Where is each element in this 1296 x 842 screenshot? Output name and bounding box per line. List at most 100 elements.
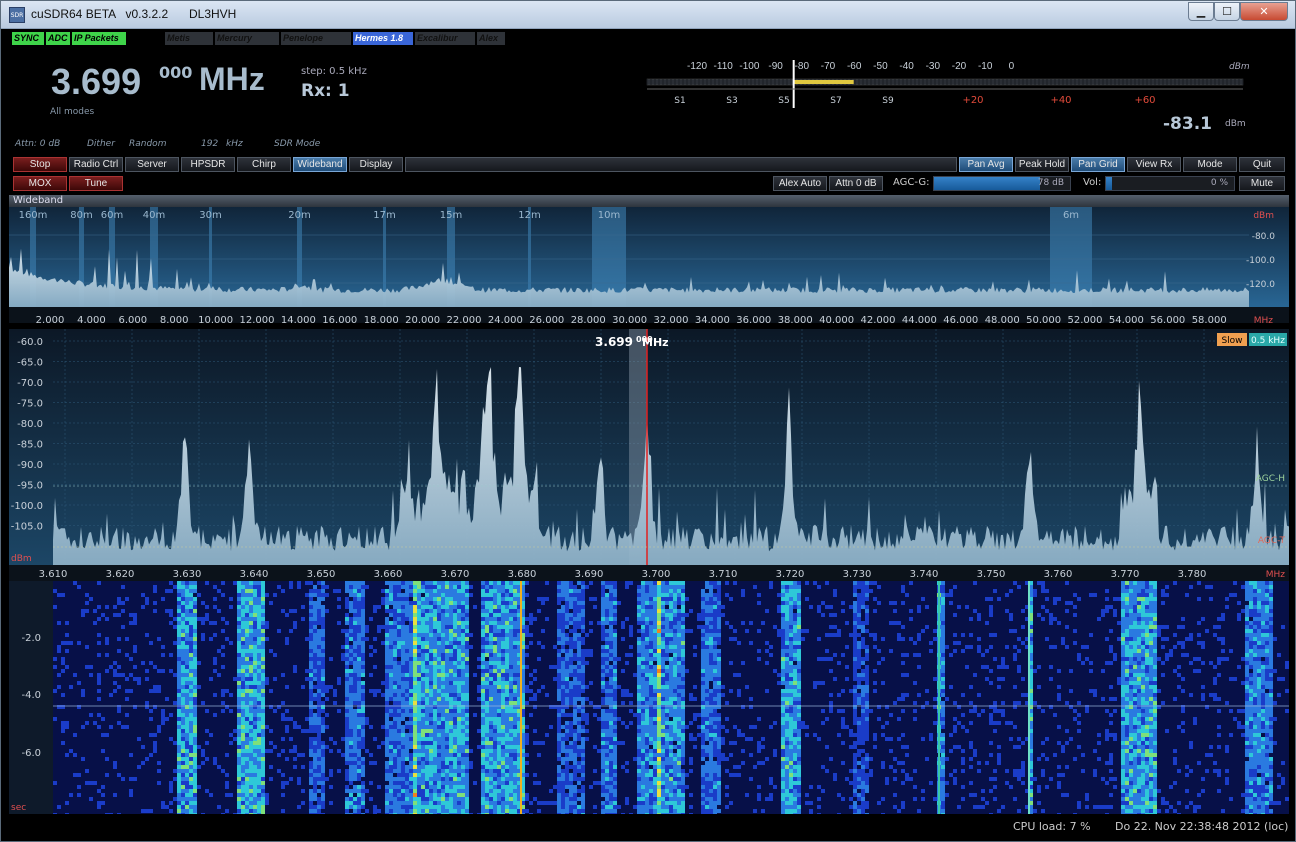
waterfall-pixel [637, 641, 641, 645]
waterfall-pixel [185, 589, 189, 593]
waterfall-pixel [361, 717, 365, 721]
attn-button[interactable]: Attn 0 dB [829, 176, 883, 191]
wideband-x-tick: 6.000 [118, 315, 147, 326]
waterfall-pixel [861, 601, 865, 605]
waterfall-pixel [101, 717, 105, 721]
tune-button[interactable]: Tune [69, 176, 123, 191]
waterfall-pixel [1253, 673, 1257, 677]
waterfall-pixel [793, 601, 797, 605]
waterfall-pixel [1129, 649, 1133, 653]
waterfall-pixel [953, 585, 957, 589]
waterfall-pixel [565, 657, 569, 661]
waterfall-pixel [105, 617, 109, 621]
peak-hold-button[interactable]: Peak Hold [1015, 157, 1069, 172]
waterfall-pixel [1129, 685, 1133, 689]
waterfall-pixel [457, 641, 461, 645]
panadapter-x-tick: 3.680 [508, 569, 537, 580]
minimize-button[interactable]: ▁ [1188, 2, 1214, 21]
waterfall-pixel [789, 653, 793, 657]
waterfall-pixel [737, 673, 741, 677]
waterfall-pixel [157, 637, 161, 641]
waterfall-pixel [645, 697, 649, 701]
vfo-frequency[interactable]: 3.699 [51, 61, 141, 103]
waterfall-pixel [1249, 597, 1253, 601]
stop-button[interactable]: Stop [13, 157, 67, 172]
waterfall-pixel [385, 597, 389, 601]
waterfall-pixel [1269, 593, 1273, 597]
panadapter[interactable]: -60.0-65.0-70.0-75.0-80.0-85.0-90.0-95.0… [9, 329, 1289, 581]
waterfall-pixel [1073, 593, 1077, 597]
waterfall-pixel [385, 697, 389, 701]
waterfall-pixel [313, 685, 317, 689]
wideband-spectrum[interactable]: 160m 80m 60m 40m 30m 20m 17m 15m 12m 10m 6m dBm-80.… [9, 207, 1289, 326]
spectrum-panels[interactable]: 160m 80m 60m 40m 30m 20m 17m 15m 12m 10m 6m dBm-80.… [9, 207, 1289, 814]
waterfall-pixel [661, 665, 665, 669]
waterfall-pixel [345, 665, 349, 669]
pan-avg-button[interactable]: Pan Avg [959, 157, 1013, 172]
waterfall-pixel [689, 609, 693, 613]
waterfall-pixel [1189, 633, 1193, 637]
waterfall-pixel [817, 605, 821, 609]
waterfall-pixel [645, 641, 649, 645]
waterfall-pixel [441, 649, 445, 653]
display-button[interactable]: Display [349, 157, 403, 172]
view-rx-button[interactable]: View Rx [1127, 157, 1181, 172]
waterfall-pixel [177, 693, 181, 697]
server-button[interactable]: Server [125, 157, 179, 172]
waterfall-pixel [1213, 625, 1217, 629]
waterfall-pixel [169, 621, 173, 625]
waterfall-pixel [397, 617, 401, 621]
pan-grid-button[interactable]: Pan Grid [1071, 157, 1125, 172]
waterfall-pixel [333, 701, 337, 705]
waterfall-pixel [901, 637, 905, 641]
waterfall-pixel [1145, 673, 1149, 677]
waterfall-pixel [1285, 689, 1289, 693]
waterfall[interactable]: -2.0-4.0-6.0sec [9, 581, 1289, 814]
mode-button[interactable]: Mode [1183, 157, 1237, 172]
close-button[interactable]: ✕ [1240, 2, 1288, 21]
waterfall-pixel [561, 649, 565, 653]
waterfall-pixel [1265, 693, 1269, 697]
waterfall-pixel [637, 653, 641, 657]
waterfall-pixel [709, 709, 713, 713]
waterfall-pixel [1041, 709, 1045, 713]
vfo-frequency-sub[interactable]: 000 [159, 63, 192, 82]
waterfall-pixel [833, 633, 837, 637]
waterfall-pixel [1257, 605, 1261, 609]
waterfall-pixel [261, 661, 265, 665]
waterfall-pixel [193, 669, 197, 673]
wideband-button[interactable]: Wideband [293, 157, 347, 172]
waterfall-pixel [261, 681, 265, 685]
mute-button[interactable]: Mute [1239, 176, 1285, 191]
waterfall-pixel [1149, 613, 1153, 617]
mox-button[interactable]: MOX [13, 176, 67, 191]
title-bar[interactable]: SDR cuSDR64 BETA v0.3.2.2 DL3HVH ▁ ☐ ✕ [1, 1, 1295, 29]
waterfall-pixel [421, 717, 425, 721]
waterfall-pixel [565, 605, 569, 609]
chirp-button[interactable]: Chirp [237, 157, 291, 172]
hpsdr-button[interactable]: HPSDR [181, 157, 235, 172]
quit-button[interactable]: Quit [1239, 157, 1285, 172]
radio-ctrl-button[interactable]: Radio Ctrl [69, 157, 123, 172]
waterfall-pixel [1265, 713, 1269, 717]
waterfall-pixel [713, 581, 717, 585]
waterfall-pixel [677, 585, 681, 589]
volume-slider[interactable]: 0 % [1105, 176, 1235, 191]
agc-gain-slider[interactable]: 78 dB [933, 176, 1071, 191]
waterfall-pixel [789, 657, 793, 661]
waterfall-pixel [1133, 661, 1137, 665]
waterfall-pixel [1129, 665, 1133, 669]
alex-auto-button[interactable]: Alex Auto [773, 176, 827, 191]
waterfall-pixel [497, 605, 501, 609]
waterfall-pixel [605, 701, 609, 705]
waterfall-pixel [229, 641, 233, 645]
waterfall-pixel [213, 693, 217, 697]
waterfall-pixel [1133, 609, 1137, 613]
waterfall-pixel [57, 673, 61, 677]
waterfall-pixel [321, 677, 325, 681]
waterfall-pixel [705, 609, 709, 613]
waterfall-pixel [393, 645, 397, 649]
waterfall-pixel [257, 693, 261, 697]
maximize-button[interactable]: ☐ [1214, 2, 1240, 21]
waterfall-pixel [337, 605, 341, 609]
